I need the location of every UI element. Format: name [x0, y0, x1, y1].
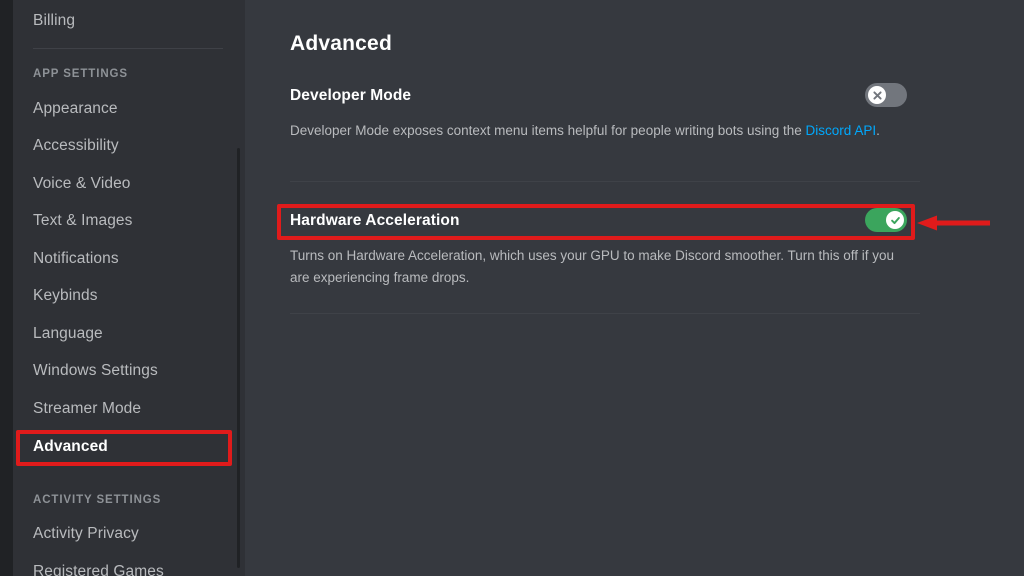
hardware-acceleration-toggle[interactable] — [865, 208, 907, 232]
sidebar-item-label: Registered Games — [33, 563, 164, 576]
setting-label-hardware-acceleration: Hardware Acceleration — [290, 212, 460, 229]
setting-row-hardware-acceleration: Hardware Acceleration — [290, 209, 920, 237]
sidebar-item-language[interactable]: Language — [23, 319, 228, 349]
section-divider-2 — [290, 313, 920, 314]
sidebar-item-label: Appearance — [33, 100, 118, 117]
sidebar-item-label: Keybinds — [33, 287, 98, 304]
sidebar-item-label: Advanced — [33, 438, 108, 455]
sidebar-divider — [33, 48, 223, 49]
sidebar-item-activity-privacy[interactable]: Activity Privacy — [23, 519, 228, 549]
sidebar-item-text-and-images[interactable]: Text & Images — [23, 206, 228, 236]
sidebar-item-label: Activity Privacy — [33, 525, 139, 542]
page-title: Advanced — [290, 32, 392, 55]
sidebar-item-accessibility[interactable]: Accessibility — [23, 131, 228, 161]
sidebar-item-billing[interactable]: Billing — [23, 6, 228, 36]
sidebar-item-voice-and-video[interactable]: Voice & Video — [23, 169, 228, 199]
sidebar-item-label: Notifications — [33, 250, 119, 267]
developer-mode-toggle[interactable] — [865, 83, 907, 107]
discord-api-link[interactable]: Discord API — [806, 123, 877, 138]
sidebar-item-streamer-mode[interactable]: Streamer Mode — [23, 394, 228, 424]
sidebar-item-windows-settings[interactable]: Windows Settings — [23, 356, 228, 386]
sidebar-item-advanced[interactable]: Advanced — [23, 432, 228, 462]
section-divider-1 — [290, 181, 920, 182]
sidebar-item-label: Voice & Video — [33, 175, 131, 192]
sidebar-item-keybinds[interactable]: Keybinds — [23, 281, 228, 311]
sidebar-item-registered-games[interactable]: Registered Games — [23, 557, 228, 576]
discord-settings-window: Billing APP SETTINGS Appearance Accessib… — [0, 0, 1024, 576]
sidebar-scrollbar[interactable] — [237, 148, 240, 568]
setting-description-developer-mode: Developer Mode exposes context menu item… — [290, 120, 915, 142]
setting-description-hardware-acceleration: Turns on Hardware Acceleration, which us… — [290, 248, 895, 285]
sidebar-item-label: Accessibility — [33, 137, 119, 154]
sidebar-item-label: Windows Settings — [33, 362, 158, 379]
setting-label-developer-mode: Developer Mode — [290, 87, 412, 104]
sidebar-section-header-activity-settings: ACTIVITY SETTINGS — [33, 494, 162, 506]
left-rail — [0, 0, 13, 576]
settings-content-panel: Advanced Developer Mode Developer Mode e… — [245, 0, 1024, 576]
setting-row-developer-mode: Developer Mode — [290, 84, 920, 112]
sidebar-item-label: Language — [33, 325, 103, 342]
settings-sidebar[interactable]: Billing APP SETTINGS Appearance Accessib… — [13, 0, 245, 576]
desc-text-part-1: Developer Mode exposes context menu item… — [290, 123, 806, 138]
sidebar-item-label: Text & Images — [33, 212, 133, 229]
sidebar-item-label: Streamer Mode — [33, 400, 142, 417]
toggle-knob — [868, 86, 886, 104]
sidebar-item-label: Billing — [33, 12, 76, 29]
sidebar-item-appearance[interactable]: Appearance — [23, 94, 228, 124]
sidebar-item-notifications[interactable]: Notifications — [23, 244, 228, 274]
close-icon — [872, 90, 882, 100]
check-icon — [890, 216, 900, 224]
sidebar-section-header-app-settings: APP SETTINGS — [33, 68, 128, 80]
toggle-knob — [886, 211, 904, 229]
desc-text-part-2: . — [876, 123, 880, 138]
